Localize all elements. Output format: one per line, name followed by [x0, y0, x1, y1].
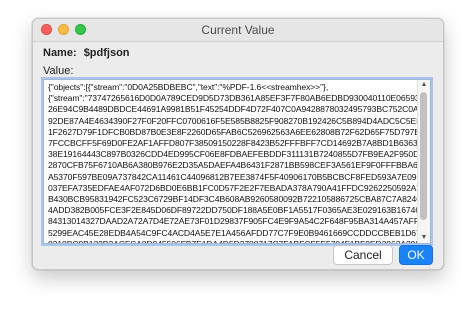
value-text-line: 26E94C9B4489DBDCE44691A9981B51F45254DDF4… — [48, 104, 431, 115]
value-text-line: {"objects":[{"stream":"0D0A25BDBEBC","te… — [48, 82, 329, 92]
cancel-button[interactable]: Cancel — [333, 245, 393, 265]
value-text-line: 7FCCBCFF5F69D0FE2AF1AFFD807F38509150228F… — [48, 138, 431, 149]
value-text-line: 4ADD382B005FCE3F2E845D06DF89722DD750DF18… — [48, 205, 431, 216]
name-row: Name: $pdfjson — [43, 47, 130, 59]
value-text-line: 8318BC9B122B3ACFCA8D945506FB7E1DA4D5D378… — [48, 238, 431, 244]
ok-button[interactable]: OK — [399, 245, 433, 265]
value-text-line: 5299EAC45E28EDB4A54C9FC4ACD4A5E7E1A456AF… — [48, 227, 431, 238]
title-bar[interactable]: Current Value — [33, 19, 443, 42]
value-text-line: A5370F597BE09A737842CA11461C44096812B7EE… — [48, 171, 431, 182]
current-value-dialog: Current Value Name: $pdfjson Value: {"ob… — [32, 18, 444, 270]
value-text-line: 38E19164443C897B0326CDD4ED995CF06E8FDBAE… — [48, 149, 431, 160]
value-text-line: 84313014327DAAD2A72A7D4E72AE73F01D29837F… — [48, 216, 431, 227]
window-title: Current Value — [201, 23, 275, 37]
value-text-area[interactable]: {"objects":[{"stream":"0D0A25BDBEBC","te… — [43, 79, 431, 244]
scroll-up-arrow-icon[interactable]: ▲ — [418, 80, 430, 90]
scroll-down-arrow-icon[interactable]: ▼ — [418, 233, 430, 243]
value-text[interactable]: {"objects":[{"stream":"0D0A25BDBEBC","te… — [48, 82, 431, 244]
value-text-line: 037EFA735EDFAE4AF072D6BD0E6BB1FC0D57F2E2… — [48, 182, 431, 193]
name-value: $pdfjson — [83, 47, 130, 59]
value-text-line: {"stream":"73747265616D0D0A789CED9D5D73D… — [48, 93, 420, 104]
value-text-line: 1F2627D79F1DFCB0BD87B0E3E8F2260D65FAB6C5… — [48, 126, 431, 137]
name-label: Name: — [43, 47, 77, 59]
value-text-line: B430BCB95831942FC523C6729BF14DF3C4B608AB… — [48, 194, 431, 205]
value-text-line: 92DE87A4E4634390F27F0F20FFC0700616F5E585… — [48, 115, 431, 126]
value-text-line: 2870CFB75F6710AB6A380B976E2D35A5DAEFA4B6… — [48, 160, 431, 171]
vertical-scrollbar[interactable]: ▲ ▼ — [417, 80, 430, 243]
value-label: Value: — [43, 65, 74, 77]
scrollbar-thumb[interactable] — [420, 92, 427, 220]
